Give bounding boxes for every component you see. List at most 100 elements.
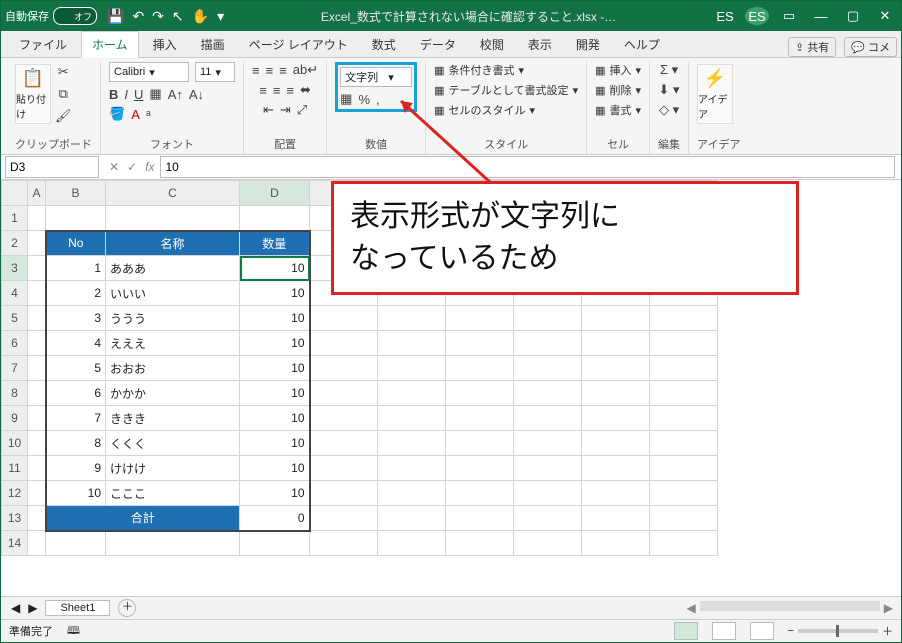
- cell-D5[interactable]: 10: [240, 306, 310, 331]
- row-11[interactable]: 11: [2, 456, 28, 481]
- total-label[interactable]: 合計: [46, 506, 240, 531]
- view-pagebreak-icon[interactable]: [750, 622, 774, 640]
- view-pagelayout-icon[interactable]: [712, 622, 736, 640]
- ideas-button[interactable]: ⚡アイデア: [697, 64, 733, 124]
- minimize-icon[interactable]: —: [809, 9, 833, 24]
- phonetic-button[interactable]: ᵃ: [146, 107, 151, 122]
- undo-icon[interactable]: ↶: [132, 8, 144, 25]
- paste-button[interactable]: 📋貼り付け: [15, 64, 51, 124]
- row-2[interactable]: 2: [2, 231, 28, 256]
- save-icon[interactable]: 💾: [107, 8, 124, 25]
- col-C[interactable]: C: [106, 181, 240, 206]
- number-format-combo[interactable]: 文字列 ▾: [340, 67, 412, 87]
- insert-cells-button[interactable]: ▦挿入 ▾: [595, 62, 641, 78]
- percent-icon[interactable]: %: [358, 92, 370, 107]
- row-7[interactable]: 7: [2, 356, 28, 381]
- cell-B3[interactable]: 1: [46, 256, 106, 281]
- tab-insert[interactable]: 挿入: [143, 32, 187, 57]
- row-1[interactable]: 1: [2, 206, 28, 231]
- total-value[interactable]: 0: [240, 506, 310, 531]
- row-14[interactable]: 14: [2, 531, 28, 556]
- cell-D6[interactable]: 10: [240, 331, 310, 356]
- cell-C11[interactable]: けけけ: [106, 456, 240, 481]
- hscroll-right-icon[interactable]: ▶: [884, 601, 893, 615]
- cursor-icon[interactable]: ↖: [172, 8, 184, 25]
- user-avatar[interactable]: ES: [745, 7, 769, 25]
- autosave-toggle[interactable]: 自動保存 オフ: [5, 7, 97, 25]
- cell-C5[interactable]: ううう: [106, 306, 240, 331]
- hscroll-left-icon[interactable]: ◀: [687, 601, 696, 615]
- border-button[interactable]: ▦: [149, 86, 161, 102]
- cell-D11[interactable]: 10: [240, 456, 310, 481]
- align-top-icon[interactable]: ≡: [252, 63, 260, 78]
- cell-B5[interactable]: 3: [46, 306, 106, 331]
- format-as-table-button[interactable]: ▦テーブルとして書式設定 ▾: [434, 82, 578, 98]
- formula-input[interactable]: [160, 156, 895, 178]
- merge-icon[interactable]: ⬌: [300, 82, 311, 98]
- col-B[interactable]: B: [46, 181, 106, 206]
- col-D[interactable]: D: [240, 181, 310, 206]
- fx-icon[interactable]: fx: [145, 160, 154, 174]
- indent-dec-icon[interactable]: ⇤: [263, 102, 274, 118]
- cell-D9[interactable]: 10: [240, 406, 310, 431]
- tab-data[interactable]: データ: [410, 32, 466, 57]
- row-5[interactable]: 5: [2, 306, 28, 331]
- align-right-icon[interactable]: ≡: [286, 83, 294, 98]
- row-10[interactable]: 10: [2, 431, 28, 456]
- enter-formula-icon[interactable]: ✓: [127, 160, 137, 174]
- tab-pagelayout[interactable]: ページ レイアウト: [239, 32, 358, 57]
- row-3[interactable]: 3: [2, 256, 28, 281]
- add-sheet-button[interactable]: ＋: [118, 599, 136, 617]
- row-9[interactable]: 9: [2, 406, 28, 431]
- orientation-icon[interactable]: ⤢: [297, 102, 307, 118]
- cell-B7[interactable]: 5: [46, 356, 106, 381]
- font-size-combo[interactable]: 11 ▾: [195, 62, 235, 82]
- cell-B6[interactable]: 4: [46, 331, 106, 356]
- font-color-button[interactable]: A: [131, 107, 140, 122]
- format-painter-icon[interactable]: 🖌: [55, 108, 72, 124]
- decrease-font-icon[interactable]: A↓: [189, 87, 204, 102]
- tab-home[interactable]: ホーム: [81, 31, 139, 58]
- delete-cells-button[interactable]: ▦削除 ▾: [595, 82, 641, 98]
- cell-C4[interactable]: いいい: [106, 281, 240, 306]
- tab-draw[interactable]: 描画: [191, 32, 235, 57]
- cell-B9[interactable]: 7: [46, 406, 106, 431]
- tab-review[interactable]: 校閲: [470, 32, 514, 57]
- accessibility-icon[interactable]: 🕮: [67, 622, 80, 641]
- cut-icon[interactable]: ✂: [58, 64, 69, 80]
- cell-B10[interactable]: 8: [46, 431, 106, 456]
- hscrollbar[interactable]: [700, 601, 880, 611]
- close-icon[interactable]: ✕: [873, 8, 897, 24]
- increase-font-icon[interactable]: A↑: [168, 87, 183, 102]
- row-8[interactable]: 8: [2, 381, 28, 406]
- tab-help[interactable]: ヘルプ: [614, 32, 670, 57]
- align-left-icon[interactable]: ≡: [259, 83, 267, 98]
- cell-C3[interactable]: あああ: [106, 256, 240, 281]
- zoom-track[interactable]: [798, 629, 878, 633]
- cell-D7[interactable]: 10: [240, 356, 310, 381]
- maximize-icon[interactable]: ▢: [841, 8, 865, 24]
- col-A[interactable]: A: [28, 181, 46, 206]
- qat-more-icon[interactable]: ▾: [217, 8, 224, 25]
- share-button[interactable]: ⇪ 共有: [788, 37, 836, 57]
- row-6[interactable]: 6: [2, 331, 28, 356]
- italic-button[interactable]: I: [124, 87, 128, 102]
- cell-B12[interactable]: 10: [46, 481, 106, 506]
- accounting-icon[interactable]: ▦: [340, 91, 352, 107]
- comments-button[interactable]: 💬 コメ: [844, 37, 897, 57]
- cell-D10[interactable]: 10: [240, 431, 310, 456]
- align-bottom-icon[interactable]: ≡: [279, 63, 287, 78]
- conditional-format-button[interactable]: ▦条件付き書式 ▾: [434, 62, 524, 78]
- cell-D3[interactable]: 10: [240, 256, 310, 281]
- align-middle-icon[interactable]: ≡: [266, 63, 274, 78]
- format-cells-button[interactable]: ▦書式 ▾: [595, 102, 641, 118]
- sheet-tab-1[interactable]: Sheet1: [45, 600, 110, 616]
- tab-view[interactable]: 表示: [518, 32, 562, 57]
- cell-D12[interactable]: 10: [240, 481, 310, 506]
- sheet-nav-next-icon[interactable]: ▶: [28, 601, 37, 615]
- fill-color-button[interactable]: 🪣: [109, 106, 125, 122]
- cell-C8[interactable]: かかか: [106, 381, 240, 406]
- select-all-corner[interactable]: [2, 181, 28, 206]
- row-13[interactable]: 13: [2, 506, 28, 531]
- redo-icon[interactable]: ↷: [152, 8, 164, 25]
